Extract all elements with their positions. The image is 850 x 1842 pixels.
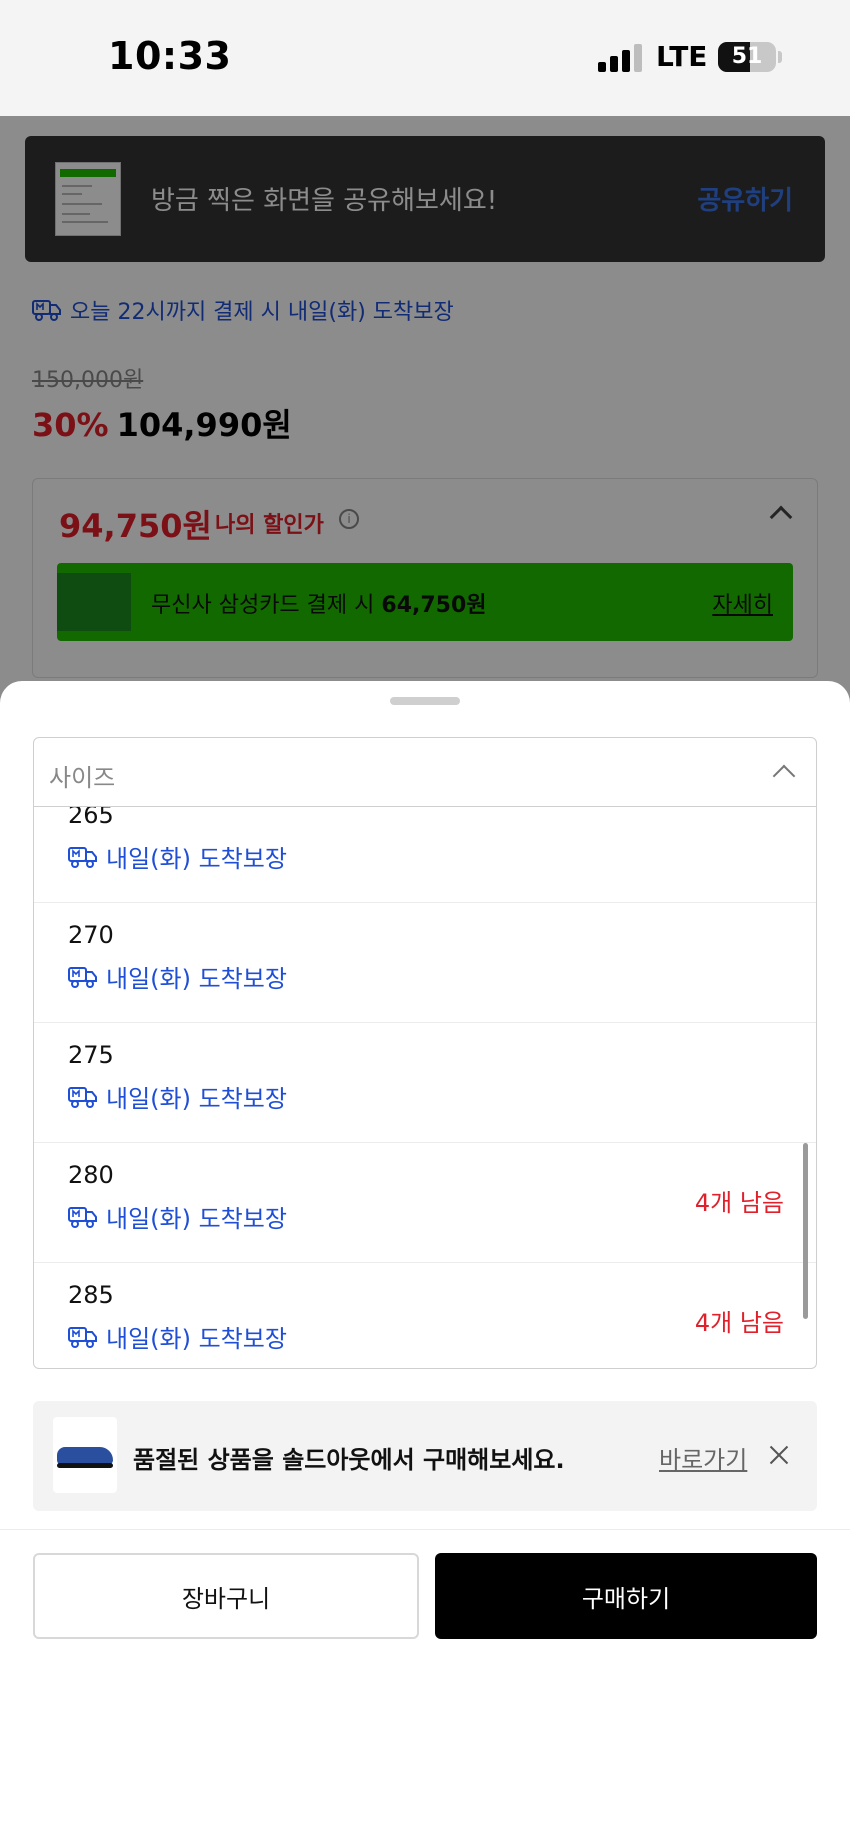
shoe-thumbnail [53,1417,117,1493]
stock-badge: 4개 남음 [694,1189,784,1217]
size-select[interactable]: 사이즈 [33,737,817,807]
size-option-265[interactable]: 265 내일(화) 도착보장 [34,807,816,903]
battery-level: 51 [731,44,763,69]
size-delivery-text: 내일(화) 도착보장 [106,965,287,993]
soldout-go-link[interactable]: 바로가기 [659,1440,747,1475]
size-delivery-text: 내일(화) 도착보장 [106,1085,287,1113]
add-to-cart-button[interactable]: 장바구니 [33,1553,419,1639]
truck-icon [68,1086,97,1108]
size-delivery: 내일(화) 도착보장 [68,1319,287,1354]
size-options-list: 265 내일(화) 도착보장 270 내일(화) 도착보장 275 내일(화) … [33,807,817,1369]
size-select-label: 사이즈 [49,764,116,792]
size-delivery: 내일(화) 도착보장 [68,959,287,994]
network-type: LTE [656,40,708,73]
size-value: 275 [68,1041,114,1069]
size-delivery-text: 내일(화) 도착보장 [106,1325,287,1353]
size-value: 285 [68,1281,114,1309]
size-value: 280 [68,1161,114,1189]
truck-icon [68,846,97,868]
size-delivery-text: 내일(화) 도착보장 [106,845,287,873]
soldout-banner-text: 품절된 상품을 솔드아웃에서 구매해보세요. [133,1446,565,1474]
size-delivery: 내일(화) 도착보장 [68,839,287,874]
size-option-285[interactable]: 285 내일(화) 도착보장 4개 남음 [34,1263,816,1368]
battery-cap [778,51,782,63]
scrollbar[interactable] [803,1143,808,1319]
size-delivery-text: 내일(화) 도착보장 [106,1205,287,1233]
size-delivery: 내일(화) 도착보장 [68,1079,287,1114]
size-option-275[interactable]: 275 내일(화) 도착보장 [34,1023,816,1143]
size-delivery: 내일(화) 도착보장 [68,1199,287,1234]
status-bar: 10:33 LTE 51 [0,0,850,116]
status-time: 10:33 [108,34,232,78]
signal-icon [598,44,644,72]
soldout-banner: 품절된 상품을 솔드아웃에서 구매해보세요. 바로가기 [33,1401,817,1511]
chevron-up-icon[interactable] [772,764,796,788]
stock-badge: 4개 남음 [694,1309,784,1337]
divider [0,1529,850,1530]
truck-icon [68,966,97,988]
size-value: 265 [68,807,114,829]
buy-now-button[interactable]: 구매하기 [435,1553,817,1639]
close-icon[interactable] [767,1443,791,1467]
size-value: 270 [68,921,114,949]
battery-icon: 51 [718,42,776,72]
size-option-270[interactable]: 270 내일(화) 도착보장 [34,903,816,1023]
truck-icon [68,1206,97,1228]
size-option-280[interactable]: 280 내일(화) 도착보장 4개 남음 [34,1143,816,1263]
sheet-drag-handle[interactable] [390,697,460,705]
option-bottom-sheet: 사이즈 265 내일(화) 도착보장 270 내일(화) 도착보장 275 내일… [0,681,850,1842]
truck-icon [68,1326,97,1348]
